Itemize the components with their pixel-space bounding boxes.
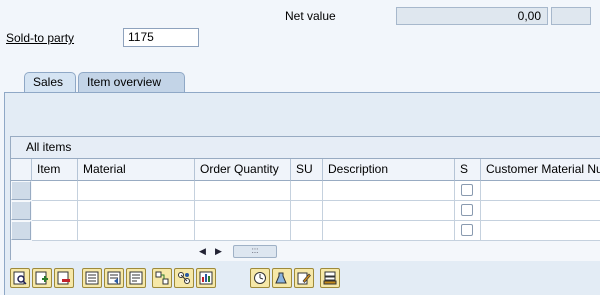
configuration-icon[interactable] xyxy=(152,268,172,288)
table-title: All items xyxy=(11,137,600,159)
delete-item-icon[interactable] xyxy=(54,268,74,288)
net-value-field: 0,00 xyxy=(396,7,548,25)
scroll-right-icon[interactable]: ▶ xyxy=(215,246,222,257)
column-header-description[interactable]: Description xyxy=(323,159,455,181)
s-checkbox[interactable] xyxy=(461,184,473,196)
item-cell[interactable] xyxy=(32,221,78,241)
column-header-su[interactable]: SU xyxy=(291,159,323,181)
items-table: All items Item Material Order Quantity S… xyxy=(10,136,600,261)
net-value-label: Net value xyxy=(285,9,336,23)
edit-icon[interactable] xyxy=(294,268,314,288)
customer-material-cell[interactable] xyxy=(481,201,600,221)
scroll-left-icon[interactable]: ◀ xyxy=(199,246,206,257)
select-all-rows-corner[interactable] xyxy=(11,159,32,181)
material-cell[interactable] xyxy=(78,201,195,221)
su-cell[interactable] xyxy=(291,201,323,221)
schedule-lines-icon[interactable] xyxy=(174,268,194,288)
material-cell[interactable] xyxy=(78,181,195,201)
description-cell[interactable] xyxy=(323,221,455,241)
create-item-icon[interactable] xyxy=(32,268,52,288)
description-cell[interactable] xyxy=(323,181,455,201)
horizontal-scrollbar[interactable]: ◀ ▶ ::: xyxy=(11,243,600,261)
s-cell xyxy=(455,201,481,221)
select-all-icon[interactable] xyxy=(82,268,102,288)
sold-to-party-label[interactable]: Sold-to party xyxy=(6,31,74,45)
select-block-icon[interactable] xyxy=(126,268,146,288)
column-header-customer-material[interactable]: Customer Material Nu xyxy=(481,159,600,181)
s-checkbox[interactable] xyxy=(461,224,473,236)
order-quantity-cell[interactable] xyxy=(195,221,291,241)
s-cell xyxy=(455,181,481,201)
row-selector[interactable] xyxy=(11,221,31,240)
batch-determination-icon[interactable] xyxy=(272,268,292,288)
item-details-icon[interactable] xyxy=(10,268,30,288)
description-cell[interactable] xyxy=(323,201,455,221)
scroll-thumb[interactable]: ::: xyxy=(233,245,277,258)
more-functions-icon[interactable] xyxy=(320,268,340,288)
item-cell[interactable] xyxy=(32,201,78,221)
item-cell[interactable] xyxy=(32,181,78,201)
material-cell[interactable] xyxy=(78,221,195,241)
order-quantity-cell[interactable] xyxy=(195,201,291,221)
customer-material-cell[interactable] xyxy=(481,221,600,241)
column-header-order-quantity[interactable]: Order Quantity xyxy=(195,159,291,181)
su-cell[interactable] xyxy=(291,221,323,241)
tab-sales[interactable]: Sales xyxy=(24,72,76,92)
deselect-all-icon[interactable] xyxy=(104,268,124,288)
row-selector[interactable] xyxy=(11,201,31,220)
column-header-material[interactable]: Material xyxy=(78,159,195,181)
tab-item-overview[interactable]: Item overview xyxy=(78,72,185,92)
su-cell[interactable] xyxy=(291,181,323,201)
column-header-item[interactable]: Item xyxy=(32,159,78,181)
column-header-s[interactable]: S xyxy=(455,159,481,181)
availability-check-icon[interactable] xyxy=(250,268,270,288)
sold-to-party-input[interactable]: 1175 xyxy=(123,28,199,47)
s-cell xyxy=(455,221,481,241)
order-quantity-cell[interactable] xyxy=(195,181,291,201)
pricing-icon[interactable] xyxy=(196,268,216,288)
customer-material-cell[interactable] xyxy=(481,181,600,201)
row-selector[interactable] xyxy=(11,181,31,200)
s-checkbox[interactable] xyxy=(461,204,473,216)
currency-field xyxy=(551,7,591,25)
